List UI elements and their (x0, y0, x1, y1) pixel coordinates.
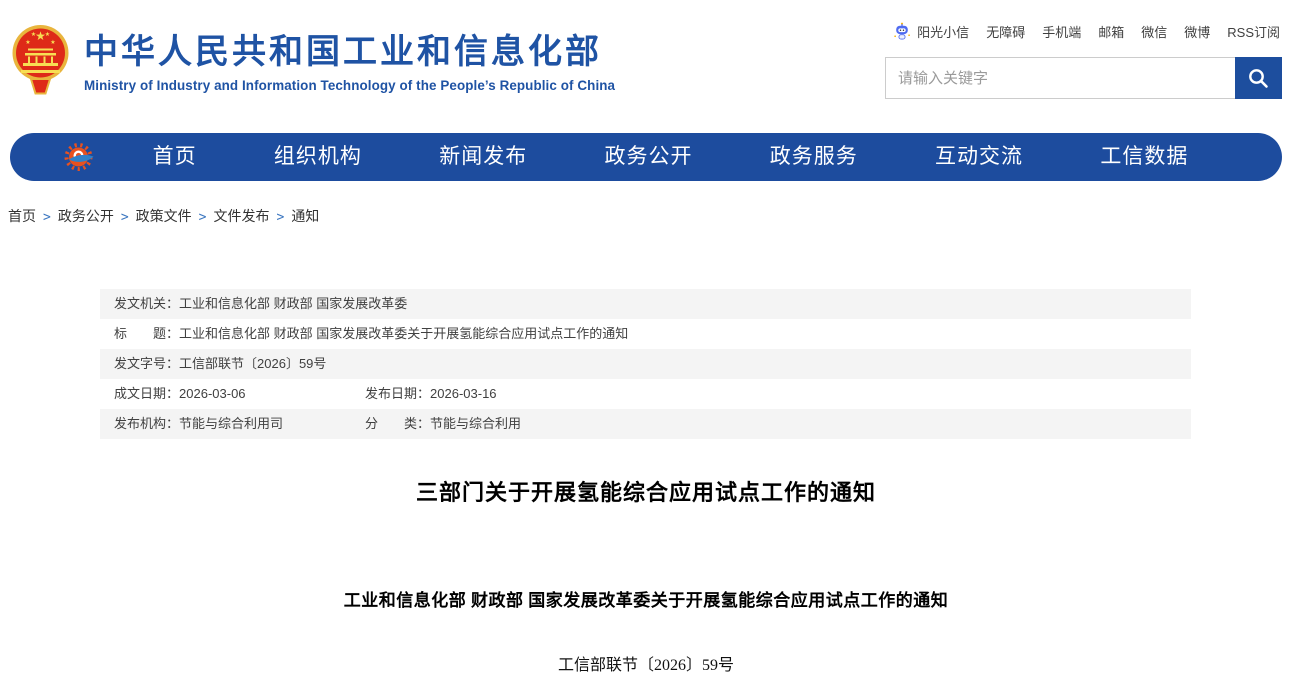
quick-link-sunshine-assistant[interactable]: 阳光小信 (917, 22, 969, 41)
nav-item-news[interactable]: 新闻发布 (439, 133, 527, 181)
meta-value: 2026-03-16 (430, 386, 497, 401)
meta-row-dates: 成文日期：2026-03-06发布日期：2026-03-16 (100, 379, 1191, 409)
meta-row-issuing-agency: 发文机关：工业和信息化部 财政部 国家发展改革委 (100, 289, 1191, 319)
magnifier-icon (1247, 67, 1270, 90)
meta-label: 分 类 (365, 416, 417, 431)
nav-items: 首页 组织机构 新闻发布 政务公开 政务服务 互动交流 工信数据 (114, 133, 1227, 181)
site-title-en: Ministry of Industry and Information Tec… (84, 78, 615, 93)
breadcrumb: 首页 > 政务公开 > 政策文件 > 文件发布 > 通知 (8, 206, 1292, 226)
svg-text:★: ★ (25, 39, 30, 46)
main-nav: 首页 组织机构 新闻发布 政务公开 政务服务 互动交流 工信数据 (10, 133, 1282, 181)
search-input[interactable] (886, 58, 1235, 98)
nav-item-interaction[interactable]: 互动交流 (935, 133, 1023, 181)
national-emblem-icon: ★ ★ ★ ★ ★ (12, 23, 69, 100)
site-titles: 中华人民共和国工业和信息化部 Ministry of Industry and … (84, 33, 615, 93)
meta-cell-written-date: 成文日期：2026-03-06 (114, 379, 365, 409)
document-meta-table: 发文机关：工业和信息化部 财政部 国家发展改革委 标 题：工业和信息化部 财政部… (100, 289, 1191, 439)
breadcrumb-separator: > (276, 210, 284, 225)
meta-value: 工业和信息化部 财政部 国家发展改革委 (179, 296, 407, 311)
svg-text:★: ★ (31, 31, 36, 38)
site-title-cn: 中华人民共和国工业和信息化部 (84, 33, 615, 71)
breadcrumb-separator: > (43, 210, 51, 225)
meta-value: 节能与综合利用司 (179, 416, 283, 431)
breadcrumb-item-document-release[interactable]: 文件发布 (213, 208, 269, 224)
meta-label: 发布机构 (114, 416, 166, 431)
meta-value: 节能与综合利用 (430, 416, 521, 431)
meta-label: 发布日期 (365, 386, 417, 401)
meta-cell-publisher: 发布机构：节能与综合利用司 (114, 409, 365, 439)
breadcrumb-item-home[interactable]: 首页 (8, 208, 36, 224)
quick-link-weibo[interactable]: 微博 (1184, 22, 1210, 41)
miit-gear-logo-icon (62, 140, 96, 174)
meta-row-publisher-category: 发布机构：节能与综合利用司分 类：节能与综合利用 (100, 409, 1191, 439)
meta-label: 发文字号 (114, 356, 166, 371)
site-header: ★ ★ ★ ★ ★ 中华人民共和国工业和信息化部 Ministry of Ind… (0, 0, 1292, 131)
nav-item-miit-data[interactable]: 工信数据 (1100, 133, 1188, 181)
nav-item-gov-disclosure[interactable]: 政务公开 (604, 133, 692, 181)
meta-colon: ： (166, 296, 179, 311)
robot-assistant-icon (893, 22, 911, 41)
breadcrumb-item-notice[interactable]: 通知 (291, 208, 319, 224)
quick-link-accessibility[interactable]: 无障碍 (986, 22, 1025, 41)
document-number: 工信部联节〔2026〕59号 (0, 651, 1292, 675)
document-subtitle: 工业和信息化部 财政部 国家发展改革委关于开展氢能综合应用试点工作的通知 (0, 586, 1292, 611)
quick-link-rss[interactable]: RSS订阅 (1227, 22, 1280, 41)
quick-link-wechat[interactable]: 微信 (1141, 22, 1167, 41)
meta-colon: ： (166, 386, 179, 401)
meta-value: 工信部联节〔2026〕59号 (179, 356, 326, 371)
meta-label: 成文日期 (114, 386, 166, 401)
quick-links: 阳光小信 无障碍 手机端 邮箱 微信 微博 RSS订阅 (893, 22, 1280, 41)
meta-value: 工业和信息化部 财政部 国家发展改革委关于开展氢能综合应用试点工作的通知 (179, 326, 628, 341)
meta-cell-publish-date: 发布日期：2026-03-16 (365, 386, 497, 401)
meta-colon: ： (166, 356, 179, 371)
meta-colon: ： (166, 326, 179, 341)
meta-row-title: 标 题：工业和信息化部 财政部 国家发展改革委关于开展氢能综合应用试点工作的通知 (100, 319, 1191, 349)
meta-label: 发文机关 (114, 296, 166, 311)
quick-link-mail[interactable]: 邮箱 (1098, 22, 1124, 41)
meta-cell-category: 分 类：节能与综合利用 (365, 416, 521, 431)
document-title: 三部门关于开展氢能综合应用试点工作的通知 (0, 475, 1292, 507)
breadcrumb-separator: > (121, 210, 129, 225)
breadcrumb-item-gov-disclosure[interactable]: 政务公开 (58, 208, 114, 224)
search-bar (885, 57, 1282, 99)
breadcrumb-separator: > (199, 210, 207, 225)
meta-colon: ： (417, 416, 430, 431)
meta-colon: ： (417, 386, 430, 401)
nav-item-organization[interactable]: 组织机构 (274, 133, 362, 181)
svg-text:★: ★ (50, 39, 55, 46)
meta-colon: ： (166, 416, 179, 431)
meta-value: 2026-03-06 (179, 386, 246, 401)
quick-link-mobile[interactable]: 手机端 (1042, 22, 1081, 41)
nav-item-home[interactable]: 首页 (153, 133, 197, 181)
svg-text:★: ★ (45, 31, 50, 38)
meta-row-doc-number: 发文字号：工信部联节〔2026〕59号 (100, 349, 1191, 379)
search-button[interactable] (1235, 57, 1282, 99)
nav-item-gov-services[interactable]: 政务服务 (770, 133, 858, 181)
meta-label: 标 题 (114, 326, 166, 341)
breadcrumb-item-policy-documents[interactable]: 政策文件 (136, 208, 192, 224)
